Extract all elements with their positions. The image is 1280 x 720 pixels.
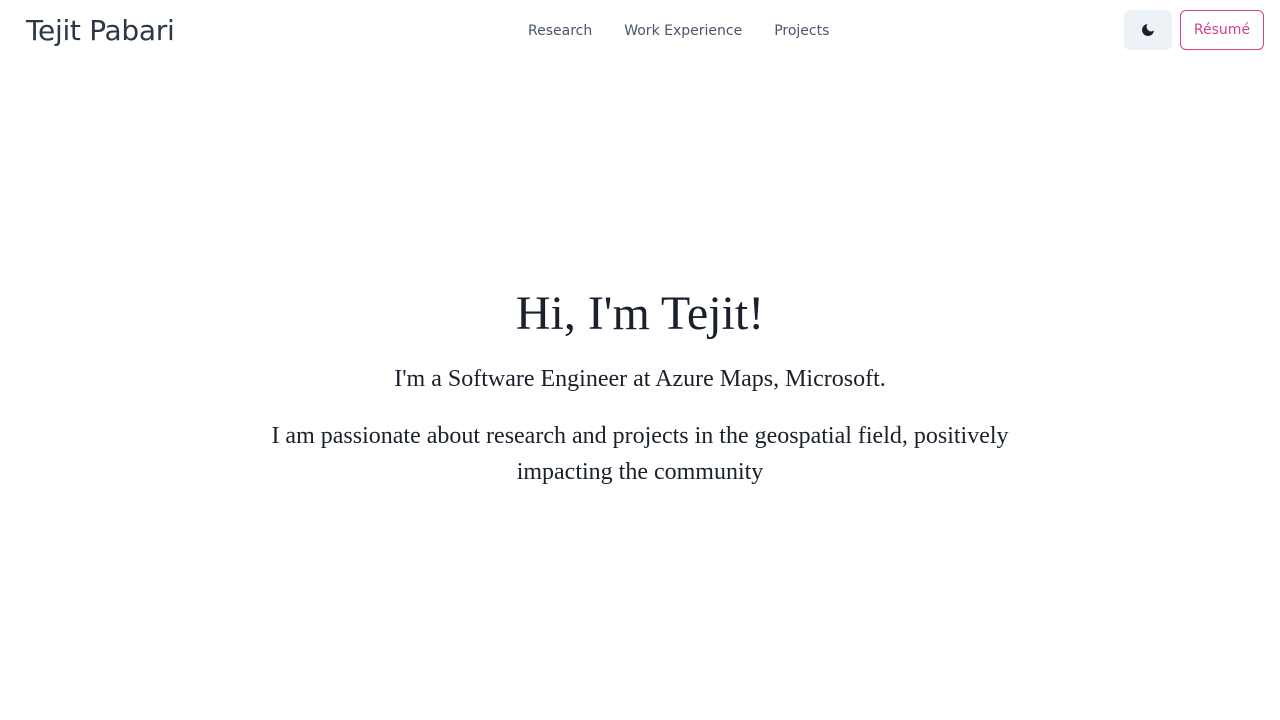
hero-section: Hi, I'm Tejit! I'm a Software Engineer a…	[0, 282, 1280, 490]
hero-description: I am passionate about research and proje…	[271, 423, 1009, 485]
top-navbar: Tejit Pabari Research Work Experience Pr…	[0, 0, 1280, 62]
nav-link-projects[interactable]: Projects	[774, 21, 829, 41]
hero-subtitle: I'm a Software Engineer at Azure Maps, M…	[394, 366, 886, 392]
site-brand-link[interactable]: Tejit Pabari	[26, 13, 175, 49]
moon-icon	[1142, 24, 1154, 36]
theme-toggle-button[interactable]	[1124, 10, 1172, 50]
nav-link-research[interactable]: Research	[528, 21, 592, 41]
resume-button[interactable]: Résumé	[1180, 10, 1264, 50]
hero-title: Hi, I'm Tejit!	[515, 287, 765, 340]
main-nav: Research Work Experience Projects	[528, 21, 829, 41]
nav-link-work-experience[interactable]: Work Experience	[624, 21, 742, 41]
